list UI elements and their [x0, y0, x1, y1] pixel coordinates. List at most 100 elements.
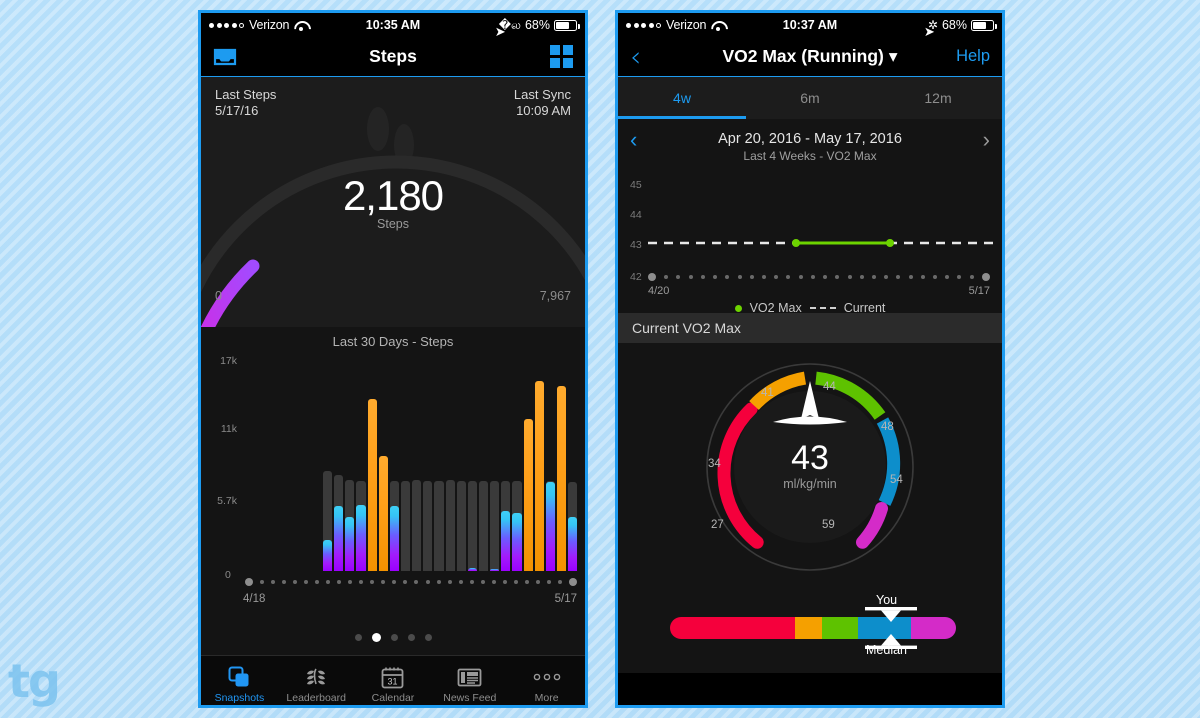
help-button[interactable]: Help [956, 47, 990, 66]
goal-bar [412, 479, 422, 571]
axis-dot [798, 275, 803, 279]
value-bar [467, 567, 477, 571]
page-dot[interactable] [424, 633, 432, 641]
axis-dot [245, 578, 253, 586]
snapshots-icon [201, 664, 278, 690]
status-bar-left: Verizon 10:35 AM ➤ �ல 68% [201, 13, 585, 38]
tab-6m[interactable]: 6m [746, 77, 874, 119]
value-bar [523, 419, 533, 571]
tab-news-feed[interactable]: News Feed [431, 664, 508, 704]
value-bar [378, 456, 388, 571]
chevron-left-icon[interactable]: ‹ [630, 127, 637, 153]
steps-arc-max: 7,967 [539, 289, 571, 303]
bar-column [568, 363, 578, 571]
axis-dot [502, 580, 507, 584]
gauge-tick-34: 34 [708, 458, 721, 470]
vo2-line-chart[interactable]: 45 44 43 42 4/20 5/17 VO2 Max Current [618, 171, 1002, 315]
date-range-bar: ‹ Apr 20, 2016 - May 17, 2016 Last 4 Wee… [618, 119, 1002, 171]
steps-arc-min: 0 [215, 289, 222, 303]
tab-calendar-label: Calendar [371, 692, 415, 704]
axis-dot [414, 580, 419, 584]
tab-leaderboard[interactable]: Leaderboard [278, 664, 355, 704]
date-range-title: Apr 20, 2016 - May 17, 2016 [718, 131, 902, 147]
battery-icon [971, 19, 997, 31]
page-dot[interactable] [354, 633, 362, 641]
axis-dot [786, 275, 791, 279]
axis-dot [469, 580, 474, 584]
vo2-y-tick-43: 43 [630, 239, 642, 251]
steps-value: 2,180 [342, 172, 444, 219]
page-dot[interactable] [371, 632, 381, 642]
tab-leaderboard-label: Leaderboard [286, 692, 346, 704]
signal-strength-icon [209, 22, 244, 28]
steps-summary-card[interactable]: Last Steps 5/17/16 Last Sync 10:09 AM 2,… [201, 77, 585, 327]
section-header-current-vo2: Current VO2 Max [618, 313, 1002, 343]
gauge-tick-41: 41 [761, 387, 774, 399]
axis-dot [676, 275, 681, 279]
legend-series-label: VO2 Max [749, 301, 802, 315]
bar-column [356, 363, 366, 571]
axis-dot [282, 580, 287, 584]
vo2-x-axis-dots [648, 273, 990, 281]
bar-column [312, 363, 321, 571]
page-dot[interactable] [390, 633, 398, 641]
tab-bar: Snapshots Leaderboard 31 Calendar News F… [201, 655, 585, 705]
bar-series [245, 363, 578, 571]
status-right-group: ➤ �ல 68% [495, 18, 580, 38]
axis-dot [896, 275, 901, 279]
axis-dot [688, 275, 693, 279]
chart-title: Last 30 Days - Steps [332, 334, 454, 349]
vo2-series-line [648, 239, 996, 247]
value-bar [322, 539, 333, 571]
bar-column [478, 363, 489, 571]
inbox-icon[interactable] [213, 47, 237, 67]
tab-news-feed-label: News Feed [443, 692, 497, 704]
chevron-right-icon[interactable]: › [983, 127, 990, 153]
wifi-icon [711, 20, 724, 31]
axis-dot [871, 275, 876, 279]
page-title[interactable]: VO2 Max (Running) ▾ [618, 46, 1002, 67]
axis-dot [392, 580, 397, 584]
goal-bar [445, 479, 455, 571]
bar-column [423, 363, 433, 571]
axis-dot [513, 580, 518, 584]
goal-bar [423, 481, 433, 571]
grid-icon[interactable] [550, 45, 573, 68]
vo2-y-tick-42: 42 [630, 271, 642, 283]
bar-column [256, 363, 265, 571]
bar-column [412, 363, 422, 571]
axis-dot [774, 275, 779, 279]
axis-dot [648, 273, 656, 281]
value-bar [545, 482, 555, 571]
axis-dot [557, 580, 562, 584]
axis-dot [480, 580, 485, 584]
nav-bar-right: ‹ VO2 Max (Running) ▾ Help [618, 37, 1002, 77]
page-indicator-dots[interactable] [201, 619, 585, 655]
bar-column [556, 363, 567, 571]
axis-dot [859, 275, 864, 279]
bar-column [278, 363, 287, 571]
bar-column [512, 363, 522, 571]
wifi-icon [294, 20, 307, 31]
vo2-gauge-card[interactable]: 43 ml/kg/min 27 34 41 44 48 54 59 [618, 343, 1002, 581]
tab-4w[interactable]: 4w [618, 77, 746, 119]
vo2-x-end-label: 5/17 [968, 285, 990, 297]
tab-12m-label: 12m [924, 90, 952, 106]
status-bar-right: Verizon 10:37 AM ➤ ✲ 68% [618, 13, 1002, 38]
axis-dot [835, 275, 840, 279]
tab-calendar[interactable]: 31 Calendar [355, 664, 432, 704]
tab-snapshots[interactable]: Snapshots [201, 664, 278, 704]
bar-column [545, 363, 555, 571]
last-sync-time: 10:09 AM [516, 103, 571, 118]
section-header-label: Current VO2 Max [632, 320, 741, 336]
steps-bar-chart-card[interactable]: Last 30 Days - Steps 17k 11k 5.7k 0 4/18… [201, 327, 585, 619]
svg-text:31: 31 [388, 676, 398, 686]
axis-dot [957, 275, 962, 279]
tab-12m[interactable]: 12m [874, 77, 1002, 119]
back-chevron-icon[interactable]: ‹ [630, 42, 641, 71]
steps-unit-label: Steps [377, 217, 409, 231]
vo2-comparison-card[interactable]: You Median [618, 581, 1002, 673]
x-axis-start-label: 4/18 [243, 593, 266, 605]
page-dot[interactable] [407, 633, 415, 641]
tab-more[interactable]: More [508, 664, 585, 704]
